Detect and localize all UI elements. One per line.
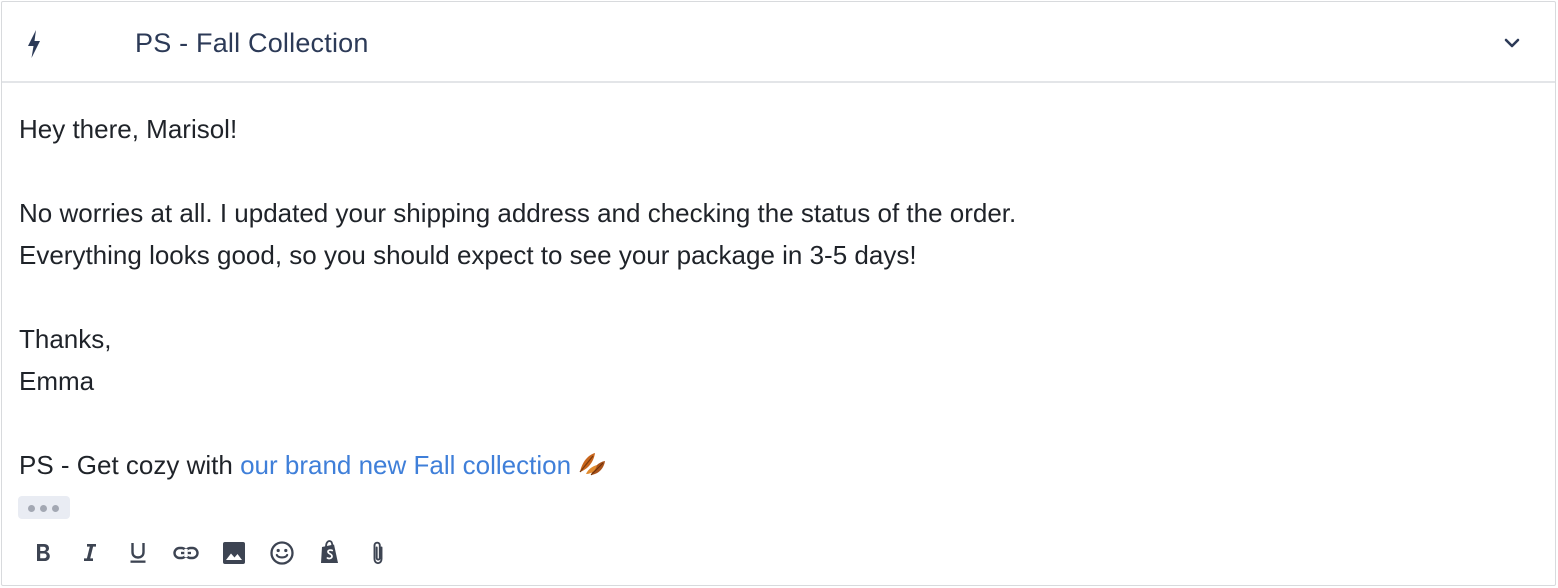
ellipsis-dot xyxy=(28,505,35,512)
image-icon xyxy=(223,542,245,564)
emoji-icon xyxy=(270,541,294,565)
bold-icon xyxy=(37,544,50,561)
body-line: Everything looks good, so you should exp… xyxy=(19,240,917,270)
fall-collection-link[interactable]: our brand new Fall collection xyxy=(240,450,571,480)
signoff-line: Thanks, xyxy=(19,324,112,354)
insert-emoji-button[interactable] xyxy=(265,536,299,570)
message-body[interactable]: Hey there, Marisol! No worries at all. I… xyxy=(19,108,1519,486)
show-more-button[interactable] xyxy=(18,496,70,519)
insert-image-button[interactable] xyxy=(217,536,251,570)
ps-line: PS - Get cozy with our brand new Fall co… xyxy=(19,444,1519,486)
macro-title: PS - Fall Collection xyxy=(135,28,369,58)
attachment-icon xyxy=(373,541,383,565)
ellipsis-dot xyxy=(52,505,59,512)
macro-header[interactable]: PS - Fall Collection xyxy=(2,2,1555,83)
ps-prefix: PS - Get cozy with xyxy=(19,450,241,480)
shopify-button[interactable] xyxy=(313,536,347,570)
lightning-bolt-icon xyxy=(28,30,40,58)
underline-button[interactable] xyxy=(121,536,155,570)
link-icon xyxy=(173,546,199,560)
attach-file-button[interactable] xyxy=(361,536,395,570)
italic-icon xyxy=(84,544,96,561)
greeting-line: Hey there, Marisol! xyxy=(19,114,238,144)
body-line: No worries at all. I updated your shippi… xyxy=(19,198,1017,228)
signature-line: Emma xyxy=(19,366,95,396)
shopify-icon xyxy=(321,540,338,563)
macro-composer: PS - Fall Collection Hey there, Marisol!… xyxy=(1,1,1556,586)
insert-link-button[interactable] xyxy=(169,536,203,570)
underline-icon xyxy=(130,543,146,563)
chevron-down-icon[interactable] xyxy=(1502,35,1522,51)
fallen-leaf-icon xyxy=(579,453,606,476)
bold-button[interactable] xyxy=(26,536,60,570)
italic-button[interactable] xyxy=(73,536,107,570)
ellipsis-dot xyxy=(40,505,47,512)
